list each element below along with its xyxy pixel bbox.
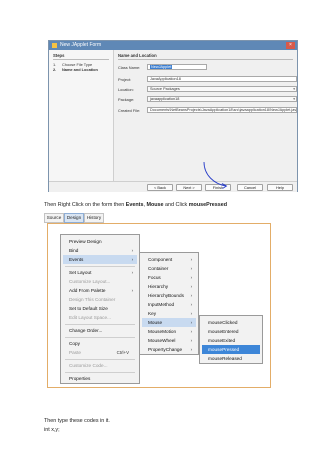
chevron-right-icon: › — [131, 270, 133, 275]
chevron-right-icon: › — [190, 302, 192, 307]
menu-item-preview-design[interactable]: Preview Design — [63, 237, 137, 246]
created-file-label: Created File: — [118, 108, 141, 113]
menu-item-change-order[interactable]: Change Order... — [63, 326, 137, 335]
chevron-right-icon: › — [190, 329, 192, 334]
menu-item-hierarchy[interactable]: Hierarchy › — [142, 282, 196, 291]
location-select[interactable]: Source Packages ▾ — [147, 86, 297, 92]
panel-title: Name and Location — [118, 53, 157, 58]
menu-item-mouse[interactable]: Mouse › — [142, 318, 196, 327]
divider — [53, 59, 109, 60]
project-field: JavaApplication18 — [147, 76, 297, 82]
finish-button[interactable]: Finish — [205, 184, 231, 191]
menu-item-properties[interactable]: Properties — [63, 374, 137, 383]
menu-item-mousewheel[interactable]: MouseWheel › — [142, 336, 196, 345]
chevron-right-icon: › — [190, 257, 192, 262]
new-japplet-form-dialog: New JApplet Form × Steps 1. Choose File T… — [48, 40, 298, 192]
tab-design[interactable]: Design — [64, 213, 84, 223]
chevron-right-icon: › — [190, 275, 192, 280]
steps-pane: Steps 1. Choose File Type 2. Name and Loca… — [49, 50, 114, 181]
chevron-right-icon: › — [131, 257, 133, 262]
menu-item-copy[interactable]: Copy — [63, 339, 137, 348]
menu-item-edit-layout-space: Edit Layout Space... — [69, 315, 111, 320]
chevron-down-icon: ▾ — [293, 97, 295, 101]
instruction-text: Then Right Click on the form then Events… — [44, 202, 228, 208]
chevron-right-icon: › — [131, 288, 133, 293]
chevron-down-icon: ▾ — [293, 87, 295, 91]
menu-separator — [65, 324, 135, 325]
chevron-right-icon: › — [190, 320, 192, 325]
tab-history[interactable]: History — [84, 213, 104, 223]
chevron-right-icon: › — [190, 293, 192, 298]
package-label: Package: — [118, 97, 135, 102]
dialog-title: New JApplet Form — [60, 42, 102, 48]
menu-item-design-this-container: Design This Container — [69, 297, 116, 302]
menu-item-set-layout[interactable]: Set Layout › — [63, 268, 137, 277]
mouse-submenu: mouseClicked mouseEntered mouseExited mo… — [199, 315, 263, 364]
app-icon — [52, 43, 57, 48]
class-name-input[interactable]: NewJApplet — [147, 64, 207, 70]
tab-source[interactable]: Source — [44, 213, 64, 223]
step-item-active: 2. Name and Location — [53, 67, 98, 72]
dialog-titlebar: New JApplet Form × — [49, 41, 297, 50]
menu-separator — [65, 359, 135, 360]
dialog-button-bar: < Back Next > Finish Cancel Help — [49, 181, 297, 192]
next-button[interactable]: Next > — [176, 184, 202, 191]
menu-separator — [65, 266, 135, 267]
menu-item-mousemotion[interactable]: MouseMotion › — [142, 327, 196, 336]
outro-text: Then type these codes in it. — [44, 418, 110, 424]
form-context-menu: Preview Design Bind › Events › Set Layout ›… — [60, 234, 140, 384]
class-name-label: Class Name: — [118, 65, 141, 70]
menu-item-add-from-palette[interactable]: Add From Palette › — [63, 286, 137, 295]
menu-item-bind[interactable]: Bind › — [63, 246, 137, 255]
menu-item-mouseexited[interactable]: mouseExited — [202, 336, 260, 345]
events-submenu: Component › Container › Focus › Hierarchy › … — [139, 252, 199, 355]
back-button[interactable]: < Back — [147, 184, 173, 191]
menu-item-mousepressed[interactable]: mousePressed — [202, 345, 260, 354]
menu-item-customize-code: Customize Code... — [69, 363, 108, 368]
chevron-right-icon: › — [190, 284, 192, 289]
steps-title: Steps — [53, 53, 65, 58]
menu-separator — [65, 372, 135, 373]
created-file-field: Documents\NetBeansProjects\JavaApplicati… — [147, 107, 297, 113]
cancel-button[interactable]: Cancel — [237, 184, 263, 191]
code-line: int x,y; — [44, 427, 60, 433]
project-label: Project: — [118, 77, 132, 82]
divider — [118, 59, 293, 60]
close-icon[interactable]: × — [286, 42, 295, 49]
menu-item-inputmethod[interactable]: InputMethod › — [142, 300, 196, 309]
menu-item-paste: Paste Ctrl+V — [69, 350, 129, 355]
menu-item-propertychange[interactable]: PropertyChange › — [142, 345, 196, 354]
menu-item-mouseclicked[interactable]: mouseClicked — [202, 318, 260, 327]
chevron-right-icon: › — [190, 311, 192, 316]
menu-item-focus[interactable]: Focus › — [142, 273, 196, 282]
chevron-right-icon: › — [190, 266, 192, 271]
menu-item-customize-layout: Customize Layout... — [69, 279, 111, 284]
menu-item-set-default-size[interactable]: Set to Default Size — [63, 304, 137, 313]
context-menu-screenshot: Preview Design Bind › Events › Set Layout ›… — [47, 223, 271, 388]
chevron-right-icon: › — [190, 338, 192, 343]
help-button[interactable]: Help — [267, 184, 293, 191]
package-select[interactable]: javaapplication18 ▾ — [147, 96, 297, 102]
menu-item-key[interactable]: Key › — [142, 309, 196, 318]
chevron-right-icon: › — [190, 347, 192, 352]
menu-separator — [65, 337, 135, 338]
chevron-right-icon: › — [131, 248, 133, 253]
menu-item-mouseentered[interactable]: mouseEntered — [202, 327, 260, 336]
menu-item-component[interactable]: Component › — [142, 255, 196, 264]
location-label: Location: — [118, 87, 134, 92]
menu-item-events[interactable]: Events › — [63, 255, 137, 264]
menu-item-hierarchybounds[interactable]: HierarchyBounds › — [142, 291, 196, 300]
menu-item-container[interactable]: Container › — [142, 264, 196, 273]
shortcut-text: Ctrl+V — [116, 350, 129, 355]
menu-item-mousereleased[interactable]: mouseReleased — [202, 354, 260, 363]
